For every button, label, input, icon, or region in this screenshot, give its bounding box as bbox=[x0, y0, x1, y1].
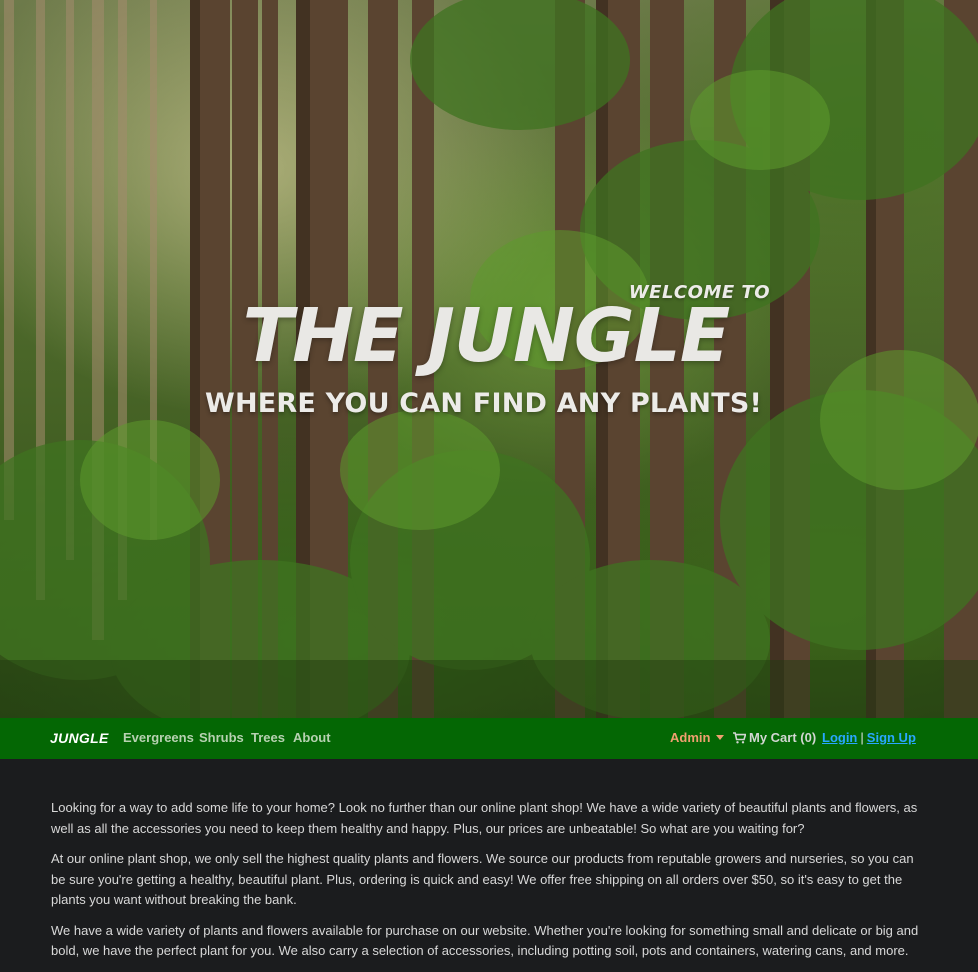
auth-separator: | bbox=[860, 730, 864, 745]
auth-links: Login | Sign Up bbox=[822, 730, 916, 745]
intro-content: Looking for a way to add some life to yo… bbox=[51, 798, 926, 972]
signup-link[interactable]: Sign Up bbox=[867, 730, 916, 745]
main-navbar: JUNGLE Evergreens Shrubs Trees About Adm… bbox=[0, 718, 978, 759]
brand-logo[interactable]: JUNGLE bbox=[50, 730, 109, 746]
admin-dropdown-label: Admin bbox=[670, 730, 711, 745]
hero-title: THE JUNGLE bbox=[242, 293, 731, 379]
caret-down-icon bbox=[716, 735, 725, 740]
nav-link-trees[interactable]: Trees bbox=[251, 730, 285, 745]
hero-subtitle: WHERE YOU CAN FIND ANY PLANTS! bbox=[204, 388, 763, 419]
hero-banner: WELCOME TO THE JUNGLE WHERE YOU CAN FIND… bbox=[0, 0, 978, 718]
cart-label: My Cart (0) bbox=[749, 730, 817, 745]
login-link[interactable]: Login bbox=[822, 730, 857, 745]
shopping-cart-icon bbox=[733, 732, 747, 744]
intro-paragraph: At our online plant shop, we only sell t… bbox=[51, 851, 914, 907]
intro-paragraph: Looking for a way to add some life to yo… bbox=[51, 800, 918, 836]
admin-dropdown[interactable]: Admin bbox=[670, 730, 725, 745]
nav-link-shrubs[interactable]: Shrubs bbox=[199, 730, 244, 745]
intro-paragraph: We have a wide variety of plants and flo… bbox=[51, 922, 919, 959]
nav-link-about[interactable]: About bbox=[293, 730, 331, 745]
cart-link[interactable]: My Cart (0) bbox=[733, 730, 816, 745]
nav-link-evergreens[interactable]: Evergreens bbox=[123, 730, 194, 745]
hero-heading: WELCOME TO THE JUNGLE WHERE YOU CAN FIND… bbox=[0, 0, 978, 718]
